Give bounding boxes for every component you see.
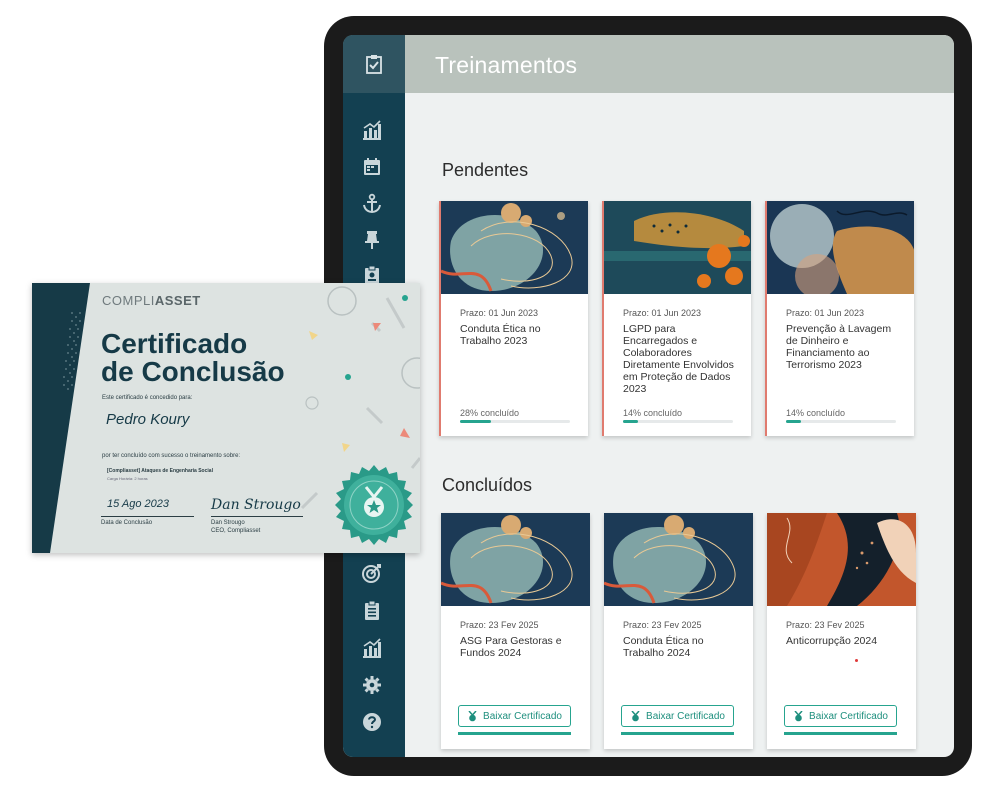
pin-icon [365,231,379,249]
date-label: Data de Conclusão [101,520,153,526]
app-header: Treinamentos [405,35,954,93]
sidebar-item-calendar[interactable] [360,155,384,179]
course-hours: Carga Horária: 2 horas [107,476,148,481]
medal-icon [631,710,640,721]
certificate: COMPLIASSET Certificado de Conclusão Est… [32,283,420,553]
card-progress-label: 14% concluído [623,408,683,418]
sidebar-item-reports[interactable] [360,636,384,660]
completion-date: 15 Ago 2023 [107,498,169,510]
progress-complete-bar [458,732,571,735]
card-title: ASG Para Gestoras e Fundos 2024 [460,635,562,659]
target-icon [362,564,381,583]
card-artwork [441,513,590,606]
sidebar-item-dashboard[interactable] [360,118,384,142]
download-certificate-button[interactable]: Baixar Certificado [621,705,734,727]
progress-fill [786,420,802,423]
signature-line [211,516,303,517]
card-deadline: Prazo: 01 Jun 2023 [786,308,865,318]
training-card[interactable]: Prazo: 01 Jun 2023 Conduta Ética no Trab… [439,201,588,436]
completed-card[interactable]: Prazo: 23 Fev 2025 Anticorrupção 2024 Ba… [767,513,916,749]
checklist-icon [366,55,382,74]
page-title: Treinamentos [435,52,578,78]
section-title-pendentes: Pendentes [442,160,529,180]
card-artwork [441,201,588,294]
date-line [101,516,194,517]
star-medal-icon [335,465,413,545]
red-dot [855,659,858,662]
medal-icon [794,710,803,721]
card-progress-label: 14% concluído [786,408,846,418]
bar-chart-icon [363,120,381,140]
training-card[interactable]: Prazo: 01 Jun 2023 LGPD para Encarregado… [602,201,751,436]
progress-complete-bar [784,732,897,735]
signer-name: Dan Strougo [211,520,245,526]
sidebar-item-pin[interactable] [360,228,384,252]
granted-to-text: Este certificado é concedido para: [102,395,193,401]
card-title: LGPD para Encarregados e Colaboradores D… [623,323,734,395]
anchor-icon [363,193,381,214]
card-deadline: Prazo: 23 Fev 2025 [460,620,539,630]
certificate-logo: COMPLIASSET [102,293,201,308]
course-name: [Compliasset] Ataques de Engenharia Soci… [107,468,213,474]
progress-track [623,420,733,423]
card-artwork [604,513,753,606]
clipboard-icon [365,600,379,620]
progress-track [786,420,896,423]
help-icon [363,713,381,731]
sidebar-logo[interactable] [343,35,405,93]
card-title: Conduta Ética no Trabalho 2024 [623,635,704,659]
sidebar-item-help[interactable] [360,710,384,734]
button-label: Baixar Certificado [646,710,725,722]
signer-role: CEO, Compliasset [211,528,261,534]
progress-fill [460,420,491,423]
calendar-icon [364,158,380,175]
gear-icon [363,676,381,694]
app-screen: Treinamentos Pendentes Prazo: 01 Jun 202… [343,35,954,757]
card-title: Conduta Ética no Trabalho 2023 [460,323,541,347]
training-card[interactable]: Prazo: 01 Jun 2023 Prevenção à Lavagem d… [765,201,914,436]
progress-complete-bar [621,732,734,735]
section-title-concluidos: Concluídos [442,475,533,495]
progress-fill [623,420,639,423]
card-artwork [767,201,914,294]
card-title: Prevenção à Lavagem de Dinheiro e Financ… [786,323,892,371]
recipient-name: Pedro Koury [106,411,190,428]
signature: Dan Strougo [211,497,301,513]
certificate-title: Certificado de Conclusão [101,328,285,387]
medal-icon [468,710,477,721]
card-deadline: Prazo: 01 Jun 2023 [460,308,539,318]
card-deadline: Prazo: 23 Fev 2025 [786,620,865,630]
sidebar-item-settings[interactable] [360,673,384,697]
card-deadline: Prazo: 01 Jun 2023 [623,308,702,318]
card-deadline: Prazo: 23 Fev 2025 [623,620,702,630]
bar-chart-icon [363,638,381,658]
download-certificate-button[interactable]: Baixar Certificado [784,705,897,727]
progress-track [460,420,570,423]
main-content: Pendentes Prazo: 01 Jun 2023 Conduta Éti… [405,93,954,757]
sidebar-item-anchor[interactable] [360,192,384,216]
download-certificate-button[interactable]: Baixar Certificado [458,705,571,727]
tablet-frame: Treinamentos Pendentes Prazo: 01 Jun 202… [324,16,972,776]
sidebar-item-clipboard[interactable] [360,598,384,622]
button-label: Baixar Certificado [483,710,562,722]
card-progress-label: 28% concluído [460,408,520,418]
completed-card[interactable]: Prazo: 23 Fev 2025 ASG Para Gestoras e F… [441,513,590,749]
completed-card[interactable]: Prazo: 23 Fev 2025 Conduta Ética no Trab… [604,513,753,749]
card-artwork [767,513,916,606]
completed-text: por ter concluído com sucesso o treiname… [102,453,241,459]
button-label: Baixar Certificado [809,710,888,722]
card-artwork [604,201,751,294]
card-title: Anticorrupção 2024 [786,635,878,647]
sidebar-item-target[interactable] [360,561,384,585]
